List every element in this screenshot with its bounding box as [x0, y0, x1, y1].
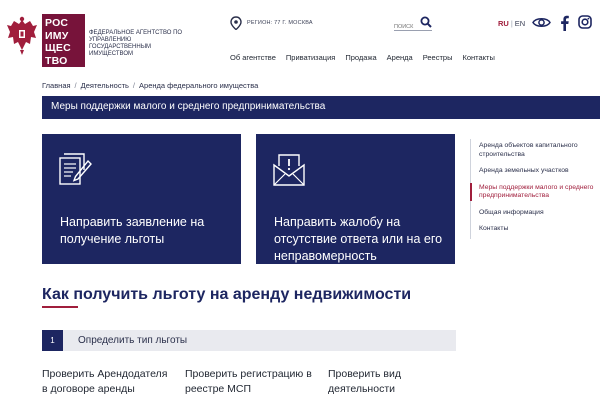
section-title: Меры поддержки малого и среднего предпри…	[42, 96, 600, 119]
step-number: 1	[42, 330, 63, 351]
logo-line: РОС	[45, 17, 69, 29]
language-switcher: RU | EN	[498, 19, 525, 28]
check-landlord: Проверить Арендодателя в договоре аренды	[42, 368, 168, 395]
breadcrumb: Главная / Деятельность / Аренда федераль…	[42, 81, 258, 90]
breadcrumb-home[interactable]: Главная	[42, 81, 71, 90]
search-icon[interactable]	[420, 16, 432, 28]
check-sme-registry: Проверить регистрацию в реестре МСП	[185, 368, 312, 395]
side-item-capital-construction[interactable]: Аренда объектов капитального строительст…	[471, 139, 600, 164]
facebook-icon[interactable]	[560, 15, 569, 31]
nav-privatization[interactable]: Приватизация	[286, 53, 335, 62]
location-pin-icon	[230, 16, 242, 30]
logo-line: ЩЕС	[45, 42, 71, 54]
card-file-complaint[interactable]: Направить жалобу на отсутствие ответа ил…	[256, 134, 455, 264]
lang-en[interactable]: EN	[515, 19, 525, 28]
side-item-sme-support[interactable]: Меры поддержки малого и среднего предпри…	[470, 181, 600, 206]
region-selector[interactable]: Регион: 77 г. Москва	[230, 16, 313, 30]
rosim-logo[interactable]: РОС ИМУ ЩЕС ТВО	[42, 14, 85, 67]
breadcrumb-separator: /	[132, 81, 136, 90]
breadcrumb-activity[interactable]: Деятельность	[81, 81, 129, 90]
document-pen-icon	[59, 153, 92, 185]
search-input[interactable]	[394, 20, 420, 30]
check-activity-type: Проверить вид деятельности	[328, 368, 401, 395]
nav-about[interactable]: Об агентстве	[230, 53, 276, 62]
agency-name: Федеральное агентство по управлению госу…	[89, 30, 183, 57]
step-label: Определить тип льготы	[78, 335, 188, 346]
nav-registries[interactable]: Реестры	[423, 53, 453, 62]
card-title: Направить жалобу на отсутствие ответа ил…	[274, 215, 443, 263]
nav-contacts[interactable]: Контакты	[462, 53, 494, 62]
side-item-land-plots[interactable]: Аренда земельных участков	[471, 164, 600, 181]
russian-emblem-icon	[7, 16, 37, 55]
side-menu: Аренда объектов капитального строительст…	[470, 139, 600, 239]
logo-line: ИМУ	[45, 29, 69, 42]
breadcrumb-separator: /	[74, 81, 77, 90]
eye-icon[interactable]	[532, 16, 551, 29]
logo-line: ТВО	[45, 54, 68, 67]
nav-rent[interactable]: Аренда	[387, 53, 413, 62]
step-header[interactable]: 1 Определить тип льготы	[42, 330, 456, 351]
page-heading: Как получить льготу на аренду недвижимос…	[42, 286, 412, 303]
side-item-general-info[interactable]: Общая информация	[471, 206, 600, 223]
breadcrumb-rent[interactable]: Аренда федерального имущества	[139, 81, 258, 90]
instagram-icon[interactable]	[578, 15, 592, 29]
region-label: Регион: 77 г. Москва	[247, 20, 313, 26]
card-title: Направить заявление на получение льготы	[60, 215, 205, 246]
side-item-contacts[interactable]: Контакты	[471, 222, 600, 239]
heading-underline	[42, 306, 78, 308]
nav-sale[interactable]: Продажа	[345, 53, 376, 62]
lang-ru[interactable]: RU	[498, 19, 509, 28]
main-nav: Об агентстве Приватизация Продажа Аренда…	[230, 53, 505, 62]
lang-separator: |	[510, 19, 513, 28]
envelope-alert-icon	[273, 154, 305, 186]
card-apply-benefit[interactable]: Направить заявление на получение льготы	[42, 134, 241, 264]
